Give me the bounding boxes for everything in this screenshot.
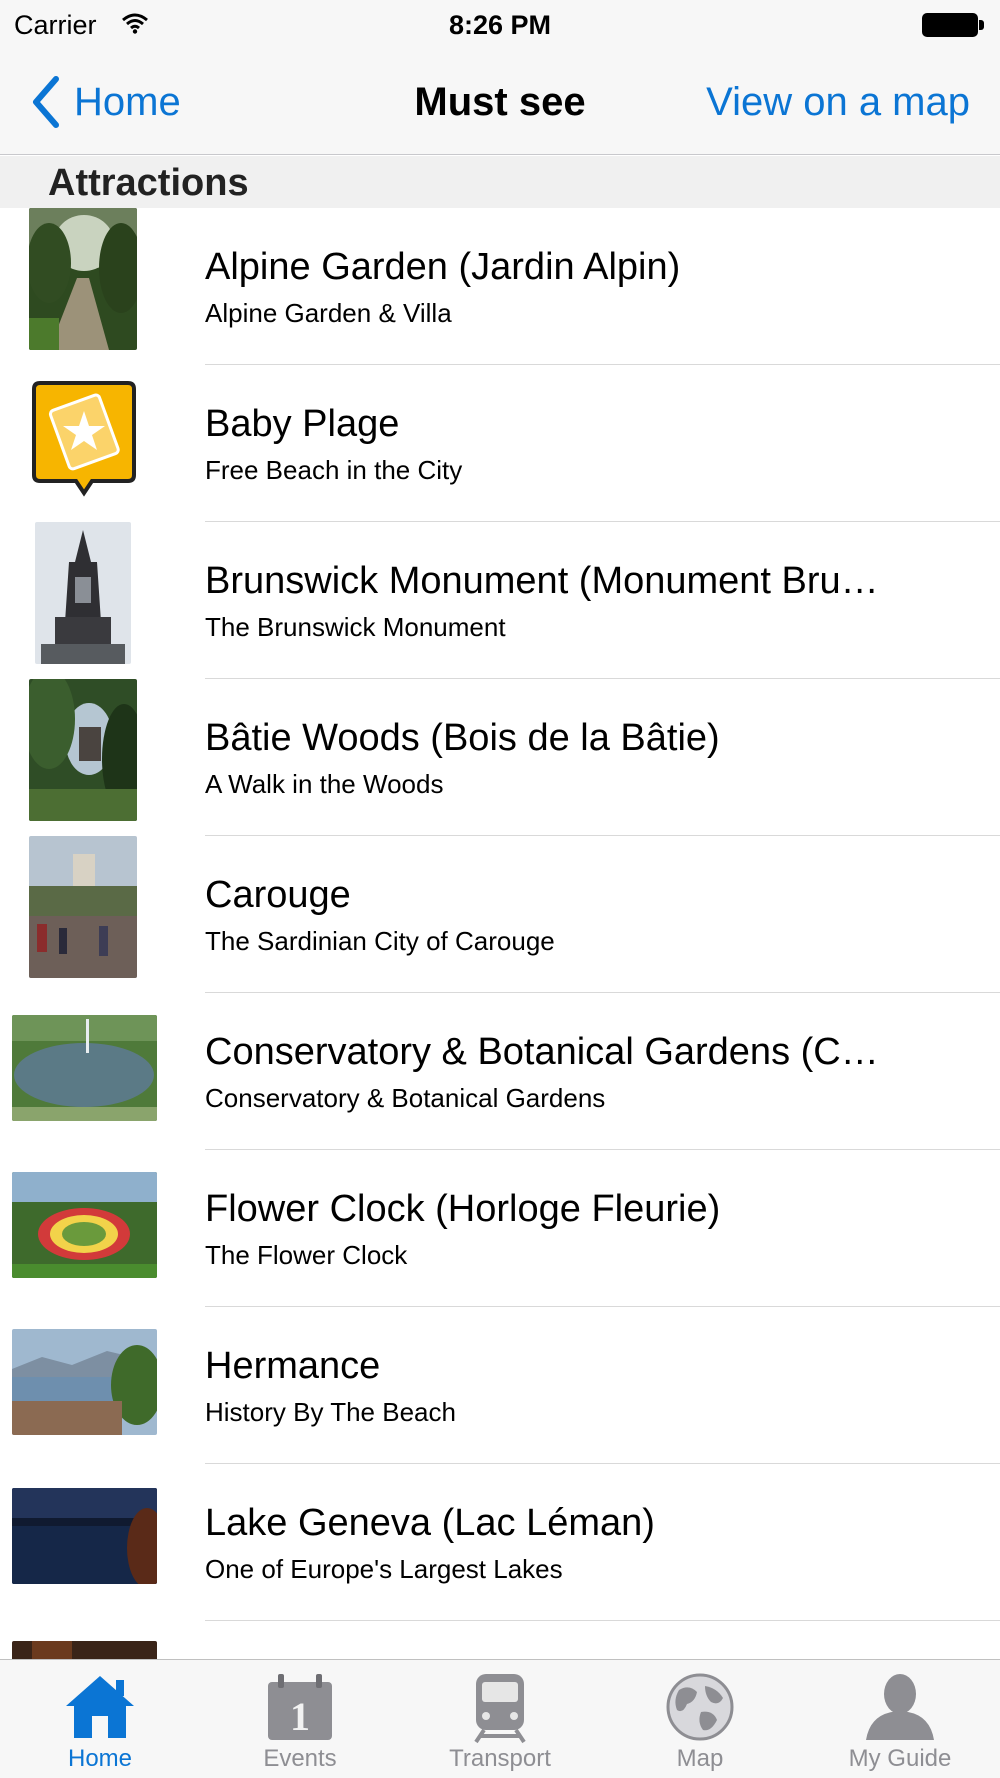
lake-geneva-thumbnail [12, 1488, 157, 1584]
item-title: Brunswick Monument (Monument Bru… [205, 560, 879, 602]
flower-clock-thumbnail [12, 1172, 157, 1278]
item-title: Flower Clock (Horloge Fleurie) [205, 1188, 721, 1230]
list-item[interactable]: Alpine Garden (Jardin Alpin) Alpine Gard… [0, 208, 1000, 365]
brunswick-monument-thumbnail [35, 522, 131, 664]
tab-label: My Guide [848, 1745, 952, 1772]
item-subtitle: The Flower Clock [205, 1240, 408, 1270]
item-title: Lake Geneva (Lac Léman) [205, 1502, 655, 1544]
tab-transport[interactable]: Transport [400, 1660, 600, 1778]
item-subtitle: One of Europe's Largest Lakes [205, 1554, 563, 1584]
item-title: Alpine Garden (Jardin Alpin) [205, 246, 681, 288]
item-subtitle: The Brunswick Monument [205, 612, 506, 642]
list-item[interactable]: Carouge The Sardinian City of Carouge [0, 836, 1000, 993]
home-icon [66, 1676, 134, 1738]
list-item[interactable]: Baby Plage Free Beach in the City [0, 365, 1000, 522]
item-subtitle: Conservatory & Botanical Gardens [205, 1083, 606, 1113]
list-item[interactable]: Hermance History By The Beach [0, 1307, 1000, 1464]
conservatory-thumbnail [12, 1015, 157, 1121]
list-item[interactable]: Flower Clock (Horloge Fleurie) The Flowe… [0, 1150, 1000, 1307]
hermance-thumbnail [12, 1329, 157, 1435]
tab-events[interactable]: 1 Events [200, 1660, 400, 1778]
status-bar: Carrier 8:26 PM [0, 0, 1000, 50]
section-header: Attractions [0, 156, 1000, 208]
chevron-left-icon [33, 76, 59, 128]
list-item[interactable]: Bâtie Woods (Bois de la Bâtie) A Walk in… [0, 679, 1000, 836]
item-subtitle: Alpine Garden & Villa [205, 298, 452, 328]
svg-text:1: 1 [290, 1694, 310, 1739]
ticket-badge-icon [32, 381, 136, 499]
status-time: 8:26 PM [448, 10, 552, 40]
alpine-garden-thumbnail [29, 208, 137, 350]
item-subtitle: Free Beach in the City [205, 455, 463, 485]
tab-map[interactable]: Map [600, 1660, 800, 1778]
section-title: Attractions [48, 162, 249, 204]
list-item[interactable]: Conservatory & Botanical Gardens (C… Con… [0, 993, 1000, 1150]
item-title: Hermance [205, 1345, 381, 1387]
tab-label: Events [263, 1745, 337, 1772]
calendar-icon: 1 [268, 1674, 332, 1740]
item-title: Carouge [205, 874, 351, 916]
tab-label: Transport [449, 1745, 551, 1772]
attractions-list[interactable]: Alpine Garden (Jardin Alpin) Alpine Gard… [0, 208, 1000, 1659]
item-title: Bâtie Woods (Bois de la Bâtie) [205, 717, 720, 759]
item-subtitle: A Walk in the Woods [205, 769, 444, 799]
tab-label: Home [67, 1745, 133, 1772]
tab-home[interactable]: Home [0, 1660, 200, 1778]
back-button-label: Home [74, 79, 181, 124]
carouge-thumbnail [29, 836, 137, 978]
person-icon [866, 1674, 934, 1740]
train-icon [474, 1674, 526, 1744]
item-subtitle: The Sardinian City of Carouge [205, 926, 555, 956]
list-item[interactable]: Lake Geneva (Lac Léman) One of Europe's … [0, 1464, 1000, 1621]
batie-woods-thumbnail [29, 679, 137, 821]
list-item[interactable]: Brunswick Monument (Monument Bru… The Br… [0, 522, 1000, 679]
list-item[interactable] [0, 1621, 1000, 1659]
item-subtitle: History By The Beach [205, 1397, 456, 1427]
tab-bar: Home 1 Events Transport Map My Guide [0, 1659, 1000, 1778]
item-title: Baby Plage [205, 403, 400, 445]
next-item-thumbnail [12, 1641, 157, 1659]
globe-icon [666, 1673, 734, 1741]
view-on-map-button[interactable]: View on a map [706, 50, 970, 154]
tab-label: Map [676, 1745, 724, 1772]
navigation-bar: Home Must see View on a map [0, 50, 1000, 155]
battery-icon [922, 13, 984, 37]
back-button[interactable]: Home [28, 74, 181, 130]
item-title: Conservatory & Botanical Gardens (C… [205, 1031, 879, 1073]
tab-my-guide[interactable]: My Guide [800, 1660, 1000, 1778]
